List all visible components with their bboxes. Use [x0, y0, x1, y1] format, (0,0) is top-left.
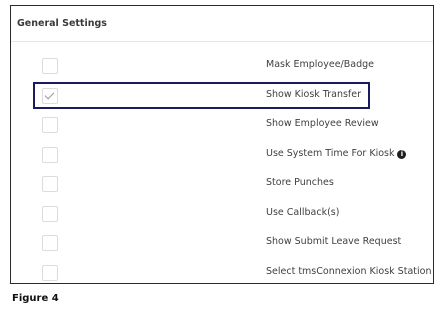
store-punches-checkbox[interactable]	[42, 176, 58, 192]
info-icon[interactable]: i	[397, 149, 407, 159]
general-settings-panel: General Settings Mask Employee/Badge Sho…	[10, 5, 434, 284]
setting-row-show-submit-leave-request: Show Submit Leave Request	[11, 231, 433, 255]
panel-title: General Settings	[17, 18, 107, 29]
setting-row-store-punches: Store Punches	[11, 172, 433, 196]
use-callbacks-label: Use Callback(s)	[266, 206, 340, 218]
setting-row-use-callbacks: Use Callback(s)	[11, 202, 433, 226]
mask-employee-badge-label: Mask Employee/Badge	[266, 59, 374, 70]
figure-caption: Figure 4	[12, 293, 59, 304]
show-submit-leave-request-label: Show Submit Leave Request	[266, 236, 402, 247]
panel-header: General Settings	[11, 6, 433, 42]
setting-row-show-employee-review: Show Employee Review	[11, 113, 433, 137]
checkmark-icon	[44, 89, 55, 99]
use-system-time-for-kiosk-checkbox[interactable]	[42, 146, 58, 163]
setting-row-mask-employee-badge: Mask Employee/Badge	[11, 54, 433, 78]
show-kiosk-transfer-label: Show Kiosk Transfer	[266, 88, 362, 100]
setting-row-show-kiosk-transfer: Show Kiosk Transfer	[11, 84, 433, 108]
store-punches-label: Store Punches	[266, 177, 334, 188]
setting-row-use-system-time-for-kiosk: Use System Time For Kiosk i	[11, 143, 433, 167]
select-tmsconnexion-kiosk-station-label: Select tmsConnexion Kiosk Station	[266, 265, 432, 277]
show-submit-leave-request-checkbox[interactable]	[42, 235, 58, 251]
select-tmsconnexion-kiosk-station-checkbox[interactable]	[42, 264, 58, 281]
setting-row-select-tmsconnexion-kiosk-station: Select tmsConnexion Kiosk Station	[11, 261, 433, 284]
mask-employee-badge-checkbox[interactable]	[42, 58, 58, 74]
use-system-time-for-kiosk-label: Use System Time For Kiosk i	[266, 147, 407, 159]
use-system-time-for-kiosk-text: Use System Time For Kiosk	[266, 147, 395, 159]
show-employee-review-checkbox[interactable]	[42, 117, 58, 133]
use-callbacks-checkbox[interactable]	[42, 205, 58, 222]
show-employee-review-label: Show Employee Review	[266, 118, 379, 129]
show-kiosk-transfer-checkbox[interactable]	[42, 87, 58, 104]
